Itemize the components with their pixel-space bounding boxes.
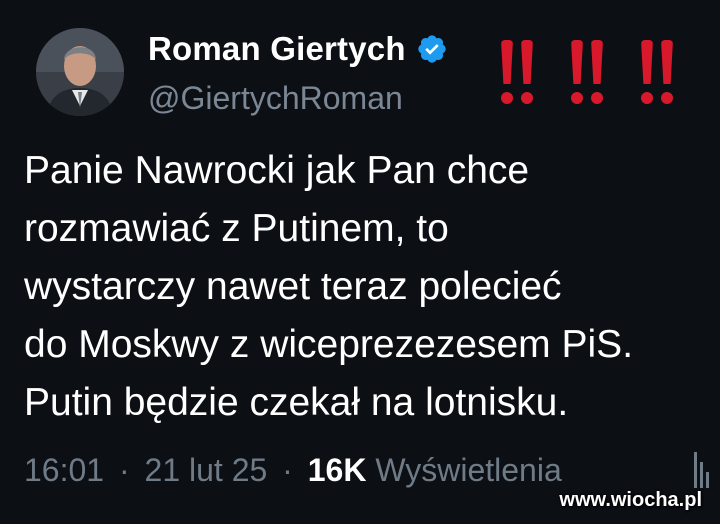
tweet-text: Panie Nawrocki jak Pan chce rozmawiać z …	[24, 149, 634, 424]
tweet-card: Roman Giertych @GiertychRoman Panie Nawr…	[0, 0, 720, 524]
meta-separator: ·	[118, 452, 130, 488]
tweet-time[interactable]: 16:01	[24, 452, 104, 488]
meta-separator: ·	[282, 452, 293, 488]
double-exclamation-icon	[640, 40, 674, 112]
views-label: Wyświetlenia	[375, 452, 562, 488]
views-count[interactable]: 16K	[308, 452, 367, 488]
handle[interactable]: @GiertychRoman	[148, 80, 403, 117]
avatar-photo	[36, 28, 124, 116]
analytics-icon[interactable]	[692, 448, 712, 492]
watermark: www.wiocha.pl	[559, 489, 702, 511]
double-exclamation-icon	[570, 40, 604, 112]
author-row: Roman Giertych	[148, 30, 448, 68]
avatar[interactable]	[36, 28, 124, 116]
verified-badge-icon	[416, 33, 448, 65]
tweet-meta: 16:01 · 21 lut 25 · 16K Wyświetlenia	[24, 452, 562, 489]
display-name[interactable]: Roman Giertych	[148, 30, 406, 68]
tweet-date[interactable]: 21 lut 25	[145, 452, 268, 488]
double-exclamation-icon	[500, 40, 534, 112]
